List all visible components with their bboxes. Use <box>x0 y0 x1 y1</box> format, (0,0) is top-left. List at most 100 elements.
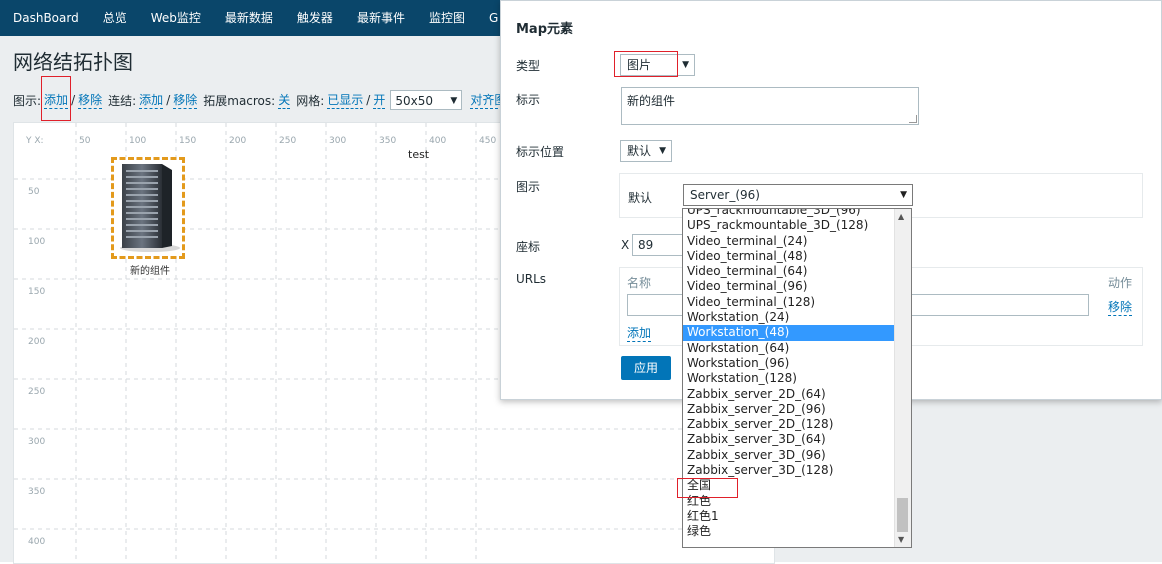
separator: / <box>71 93 76 107</box>
x-tick-label: 450 <box>479 136 496 146</box>
list-item[interactable]: Zabbix_server_2D_(64) <box>683 387 895 402</box>
list-item[interactable]: UPS_rackmountable_3D_(128) <box>683 218 895 233</box>
urls-action-header: 动作 <box>1108 276 1133 290</box>
type-select[interactable]: 图片 ▼ <box>620 54 695 76</box>
icon-default-select[interactable]: Server_(96) ▼ <box>683 184 913 206</box>
icon-options: UPS_rackmountable_3D_(96) UPS_rackmounta… <box>683 209 895 540</box>
nav-triggers[interactable]: 触发器 <box>285 0 345 36</box>
type-select-value: 图片 <box>627 58 652 72</box>
scroll-down-icon[interactable]: ▼ <box>898 535 904 544</box>
x-tick-label: 300 <box>329 136 346 146</box>
scroll-up-icon[interactable]: ▲ <box>898 212 904 221</box>
icon-row-label: 图示 <box>516 180 541 194</box>
urls-name-header: 名称 <box>627 276 652 290</box>
nav-web-monitoring[interactable]: Web监控 <box>139 0 213 36</box>
url-remove-link[interactable]: 移除 <box>1108 298 1133 316</box>
grid-shown-toggle[interactable]: 已显示 <box>327 91 364 109</box>
x-tick-label: 200 <box>229 136 246 146</box>
grid-size-select[interactable]: 50x50 ▼ <box>390 90 463 110</box>
list-item[interactable]: Zabbix_server_2D_(128) <box>683 417 895 432</box>
label-textarea-value: 新的组件 <box>627 94 676 108</box>
grid-label: 网格: <box>296 93 325 108</box>
separator: / <box>366 93 371 107</box>
y-tick-label: 250 <box>28 387 45 397</box>
list-item[interactable]: Video_terminal_(128) <box>683 295 895 310</box>
chevron-down-icon: ▼ <box>450 96 458 106</box>
chevron-down-icon: ▼ <box>659 146 666 156</box>
apply-button[interactable]: 应用 <box>621 356 671 380</box>
label-position-value: 默认 <box>627 144 652 158</box>
icon-default-value: Server_(96) <box>690 188 760 202</box>
y-tick-label: 400 <box>28 537 45 547</box>
list-item[interactable]: Workstation_(128) <box>683 371 895 386</box>
map-text-element[interactable]: test <box>408 148 429 161</box>
label-label: 标示 <box>516 93 541 107</box>
list-item[interactable]: 红色1 <box>683 509 895 524</box>
page-title: 网络结拓扑图 <box>13 50 133 74</box>
list-item[interactable]: 全国 <box>683 478 895 493</box>
expand-macros-label: 拓展macros: <box>203 93 276 108</box>
link-label: 连结: <box>108 93 137 108</box>
map-element-label: 新的组件 <box>130 266 170 277</box>
coord-x-label: X <box>621 238 630 252</box>
nav-graphs[interactable]: 监控图 <box>417 0 477 36</box>
list-item[interactable]: Zabbix_server_2D_(96) <box>683 402 895 417</box>
nav-latest-events[interactable]: 最新事件 <box>345 0 417 36</box>
y-tick-label: 300 <box>28 437 45 447</box>
icon-default-label: 默认 <box>628 191 653 205</box>
add-icon-link[interactable]: 添加 <box>44 91 69 109</box>
nav-latest-data[interactable]: 最新数据 <box>213 0 285 36</box>
remove-icon-link[interactable]: 移除 <box>78 91 103 109</box>
x-tick-label: 150 <box>179 136 196 146</box>
coordinates-label: 座标 <box>516 240 541 254</box>
x-tick-label: 50 <box>79 136 91 146</box>
type-label: 类型 <box>516 59 541 73</box>
grid-auto-align-toggle[interactable]: 开 <box>373 91 386 109</box>
list-item[interactable]: Video_terminal_(24) <box>683 234 895 249</box>
y-tick-label: 100 <box>28 237 45 247</box>
y-tick-label: 200 <box>28 337 45 347</box>
list-item-highlighted[interactable]: Workstation_(48) <box>683 325 895 341</box>
x-tick-label: 350 <box>379 136 396 146</box>
chevron-down-icon: ▼ <box>900 190 907 200</box>
nav-overview[interactable]: 总览 <box>91 0 139 36</box>
scroll-thumb[interactable] <box>897 498 908 532</box>
label-position-label: 标示位置 <box>516 145 565 159</box>
resize-grip-icon[interactable] <box>909 115 917 123</box>
add-link-link[interactable]: 添加 <box>139 91 164 109</box>
list-item[interactable]: 红色 <box>683 494 895 509</box>
x-tick-label: 250 <box>279 136 296 146</box>
list-item[interactable]: Workstation_(24) <box>683 310 895 325</box>
list-item[interactable]: Workstation_(64) <box>683 341 895 356</box>
separator: / <box>166 93 171 107</box>
list-item[interactable]: Video_terminal_(96) <box>683 279 895 294</box>
list-item[interactable]: Zabbix_server_3D_(96) <box>683 448 895 463</box>
dropdown-scrollbar[interactable]: ▲ ▼ <box>894 209 911 547</box>
x-tick-label: 400 <box>429 136 446 146</box>
list-item[interactable]: Workstation_(96) <box>683 356 895 371</box>
list-item[interactable]: Video_terminal_(48) <box>683 249 895 264</box>
grid-size-value: 50x50 <box>395 94 433 108</box>
list-item[interactable]: UPS_rackmountable_3D_(96) <box>683 209 895 218</box>
list-item[interactable]: Video_terminal_(64) <box>683 264 895 279</box>
map-edit-toolbar: 图示: 添加 / 移除 连结: 添加 / 移除 拓展macros: 关 网格: … <box>13 88 519 112</box>
nav-dashboard[interactable]: DashBoard <box>0 0 91 36</box>
expand-macros-toggle[interactable]: 关 <box>278 91 291 109</box>
dialog-title: Map元素 <box>516 22 574 37</box>
list-item[interactable]: Zabbix_server_3D_(64) <box>683 432 895 447</box>
map-element-server[interactable] <box>111 157 185 259</box>
list-item[interactable]: Zabbix_server_3D_(128) <box>683 463 895 478</box>
remove-link-link[interactable]: 移除 <box>173 91 198 109</box>
list-item[interactable]: 绿色 <box>683 524 895 539</box>
icon-dropdown-list[interactable]: UPS_rackmountable_3D_(96) UPS_rackmounta… <box>682 208 912 548</box>
coord-x-input[interactable]: 89 <box>632 234 684 256</box>
icon-label: 图示: <box>13 93 42 108</box>
y-tick-label: 150 <box>28 287 45 297</box>
url-add-link[interactable]: 添加 <box>627 324 652 342</box>
y-tick-label: 50 <box>28 187 40 197</box>
label-position-select[interactable]: 默认 ▼ <box>620 140 672 162</box>
x-tick-label: 100 <box>129 136 146 146</box>
y-tick-label: 350 <box>28 487 45 497</box>
label-textarea[interactable]: 新的组件 <box>621 87 919 125</box>
axis-corner-label: Y X: <box>25 136 44 146</box>
